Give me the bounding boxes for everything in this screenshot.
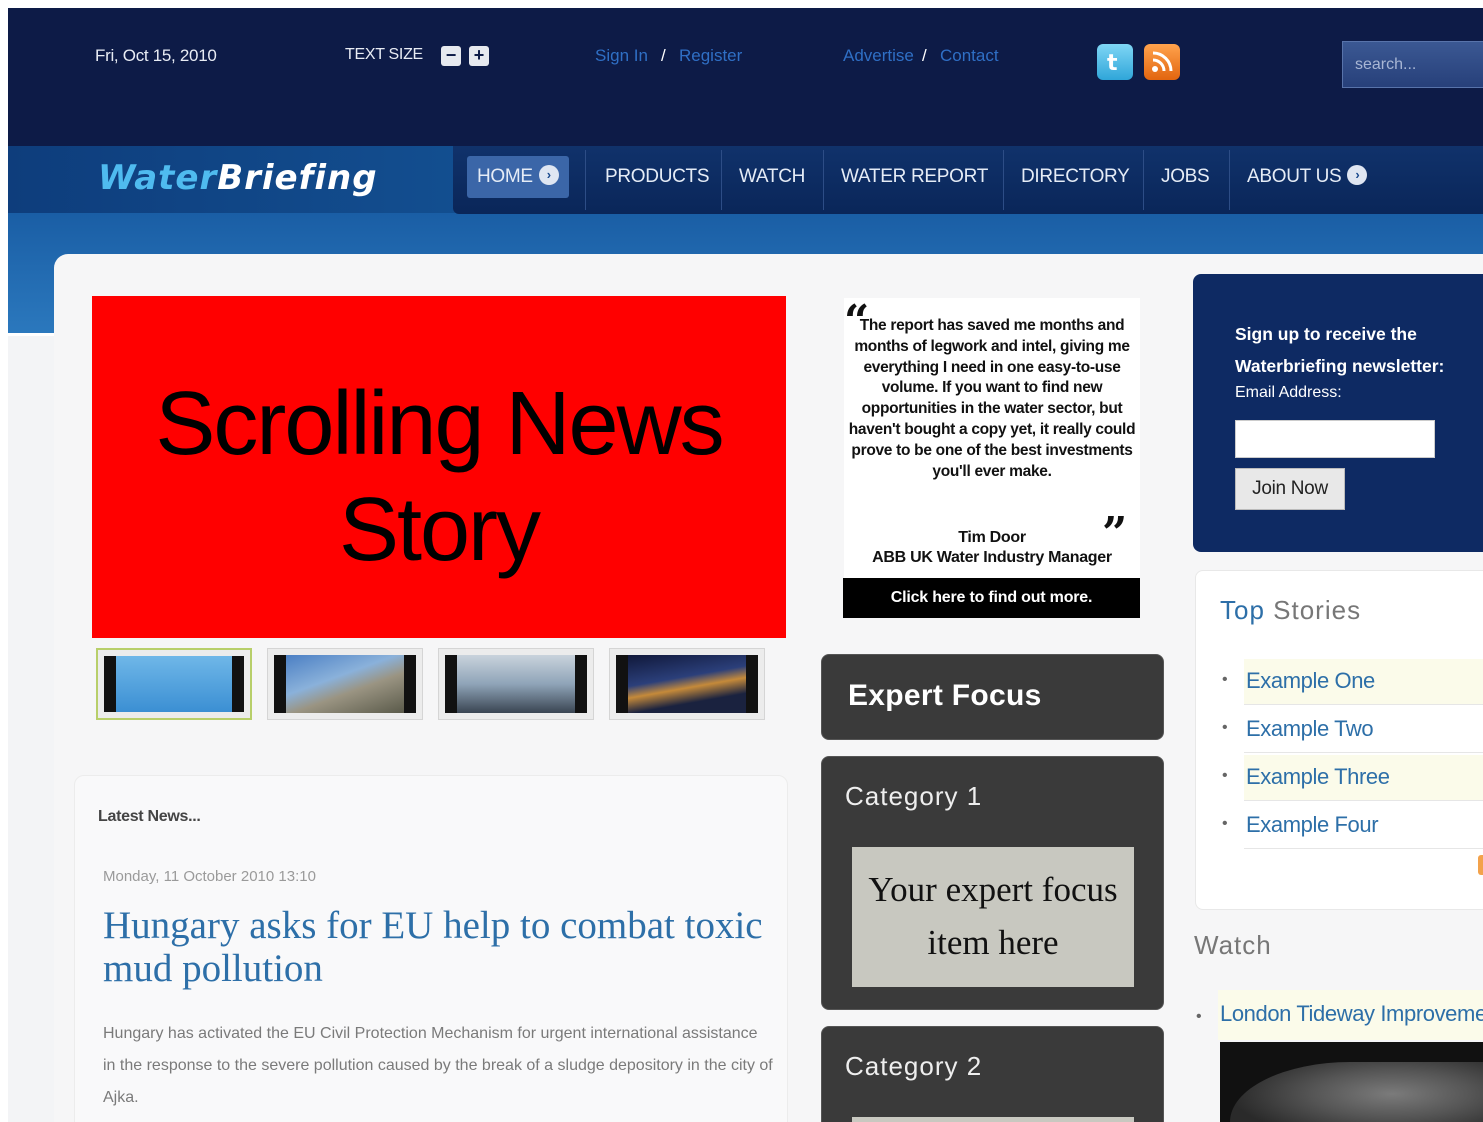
- slider-thumbnail[interactable]: [267, 648, 423, 720]
- text-size-label: TEXT SIZE: [345, 46, 423, 63]
- chevron-right-icon: ›: [1347, 164, 1368, 185]
- bullet-icon: •: [1222, 719, 1228, 736]
- nav-separator: [1003, 150, 1004, 210]
- list-item: • Example Two: [1222, 707, 1483, 753]
- svg-text:t: t: [1107, 51, 1118, 74]
- testimonial-ad[interactable]: “ The report has saved me months and mon…: [844, 298, 1140, 578]
- article-summary: Hungary has activated the EU Civil Prote…: [103, 1025, 773, 1106]
- video-thumbnail[interactable]: [1220, 1042, 1483, 1122]
- story-link[interactable]: Example Three: [1246, 764, 1390, 790]
- nav-separator: [721, 150, 722, 210]
- advertise-link[interactable]: Advertise: [843, 46, 914, 66]
- section-heading: Top Stories: [1220, 595, 1361, 626]
- article-title-link[interactable]: Hungary asks for EU help to combat toxic…: [103, 904, 763, 990]
- nav-item-about-us[interactable]: ABOUT US ›: [1231, 146, 1383, 214]
- rss-icon[interactable]: [1144, 44, 1180, 80]
- article-date: Monday, 11 October 2010 13:10: [103, 868, 316, 885]
- heading-part: Stories: [1273, 595, 1362, 625]
- list-item: • Example Four: [1222, 803, 1483, 849]
- video-image: [1230, 1062, 1483, 1122]
- bullet-icon: •: [1196, 1008, 1202, 1025]
- text-size-decrease-button[interactable]: −: [441, 46, 461, 66]
- thumbnail-image: [616, 655, 758, 713]
- top-bar: Fri, Oct 15, 2010 TEXT SIZE − + Sign In …: [8, 8, 1483, 146]
- separator: /: [922, 46, 927, 65]
- expert-focus-item[interactable]: [852, 1117, 1134, 1122]
- chevron-right-icon: ›: [538, 164, 559, 185]
- story-link[interactable]: Example Four: [1246, 812, 1379, 838]
- nav-label: HOME: [477, 166, 533, 187]
- category-title: Category 1: [845, 781, 983, 811]
- heading-part: Top: [1220, 595, 1265, 625]
- expert-focus-header: Expert Focus: [821, 654, 1164, 740]
- newsletter-title: Sign up to receive the Waterbriefing new…: [1235, 318, 1444, 382]
- search-input[interactable]: [1342, 41, 1483, 88]
- nav-label: ABOUT US: [1247, 166, 1342, 187]
- logo-part-water: Water: [98, 158, 218, 198]
- nav-separator: [1143, 150, 1144, 210]
- newsletter-title-line: Sign up to receive the: [1235, 324, 1417, 344]
- testimonial-quote: The report has saved me months and month…: [848, 317, 1136, 480]
- page: Fri, Oct 15, 2010 TEXT SIZE − + Sign In …: [8, 8, 1483, 1122]
- join-now-button[interactable]: Join Now: [1235, 468, 1345, 510]
- twitter-icon[interactable]: t: [1097, 44, 1133, 80]
- separator: /: [661, 46, 666, 65]
- latest-news-panel: Latest News... Monday, 11 October 2010 1…: [74, 775, 788, 1122]
- thumbnail-image: [445, 655, 587, 713]
- newsletter-title-line: Waterbriefing newsletter:: [1235, 356, 1445, 376]
- text-size-increase-button[interactable]: +: [469, 46, 489, 66]
- nav-item-home[interactable]: HOME ›: [467, 156, 569, 198]
- slider-headline: Scrolling News Story: [155, 374, 724, 580]
- list-item: • Example Three: [1222, 755, 1483, 801]
- section-heading: Watch: [1194, 930, 1272, 960]
- bullet-icon: •: [1222, 767, 1228, 784]
- expert-focus-item[interactable]: Your expert focus item here: [852, 847, 1134, 987]
- nav-separator: [1229, 150, 1230, 210]
- email-label: Email Address:: [1235, 384, 1342, 401]
- story-link[interactable]: Example Two: [1246, 716, 1374, 742]
- contact-link[interactable]: Contact: [940, 46, 999, 66]
- expert-category-box: Category 2: [821, 1026, 1164, 1122]
- author-role: ABB UK Water Industry Manager: [872, 549, 1112, 566]
- divider: [8, 333, 56, 336]
- testimonial-author: Tim Door ABB UK Water Industry Manager: [844, 528, 1140, 568]
- section-heading: Latest News...: [98, 808, 201, 825]
- list-item: • Example One: [1222, 659, 1483, 705]
- logo-part-briefing: Briefing: [217, 158, 378, 198]
- section-heading: Expert Focus: [848, 679, 1042, 712]
- main-nav: HOME › PRODUCTS WATCH WATER REPORT DIRECT…: [453, 146, 1483, 214]
- newsletter-signup: Sign up to receive the Waterbriefing new…: [1193, 274, 1483, 552]
- nav-item-directory[interactable]: DIRECTORY: [1005, 146, 1146, 214]
- nav-separator: [585, 150, 586, 210]
- author-name: Tim Door: [958, 529, 1026, 546]
- bullet-icon: •: [1222, 671, 1228, 688]
- story-link[interactable]: Example One: [1246, 668, 1375, 694]
- slider-thumbnail[interactable]: [609, 648, 765, 720]
- expert-category-box: Category 1 Your expert focus item here: [821, 756, 1164, 1010]
- thumbnail-image: [104, 656, 244, 712]
- top-stories-panel: Top Stories • Example One • Example Two …: [1195, 570, 1483, 910]
- bullet-icon: •: [1222, 815, 1228, 832]
- register-link[interactable]: Register: [679, 46, 742, 66]
- nav-separator: [823, 150, 824, 210]
- nav-item-products[interactable]: PRODUCTS: [589, 146, 725, 214]
- find-out-more-button[interactable]: Click here to find out more.: [843, 578, 1140, 618]
- slider-thumbnail[interactable]: [96, 648, 252, 720]
- site-logo[interactable]: WaterBriefing: [98, 158, 378, 198]
- nav-item-watch[interactable]: WATCH: [723, 146, 821, 214]
- current-date: Fri, Oct 15, 2010: [95, 46, 217, 65]
- category-title: Category 2: [845, 1051, 983, 1081]
- news-slider[interactable]: Scrolling News Story: [92, 296, 786, 638]
- video-link[interactable]: London Tideway Improveme: [1220, 1001, 1483, 1027]
- thumbnail-image: [274, 655, 416, 713]
- slider-thumbnail[interactable]: [438, 648, 594, 720]
- nav-item-water-report[interactable]: WATER REPORT: [825, 146, 1004, 214]
- nav-item-jobs[interactable]: JOBS: [1145, 146, 1225, 214]
- email-field[interactable]: [1235, 420, 1435, 458]
- sign-in-link[interactable]: Sign In: [595, 46, 648, 66]
- more-icon[interactable]: [1478, 855, 1483, 875]
